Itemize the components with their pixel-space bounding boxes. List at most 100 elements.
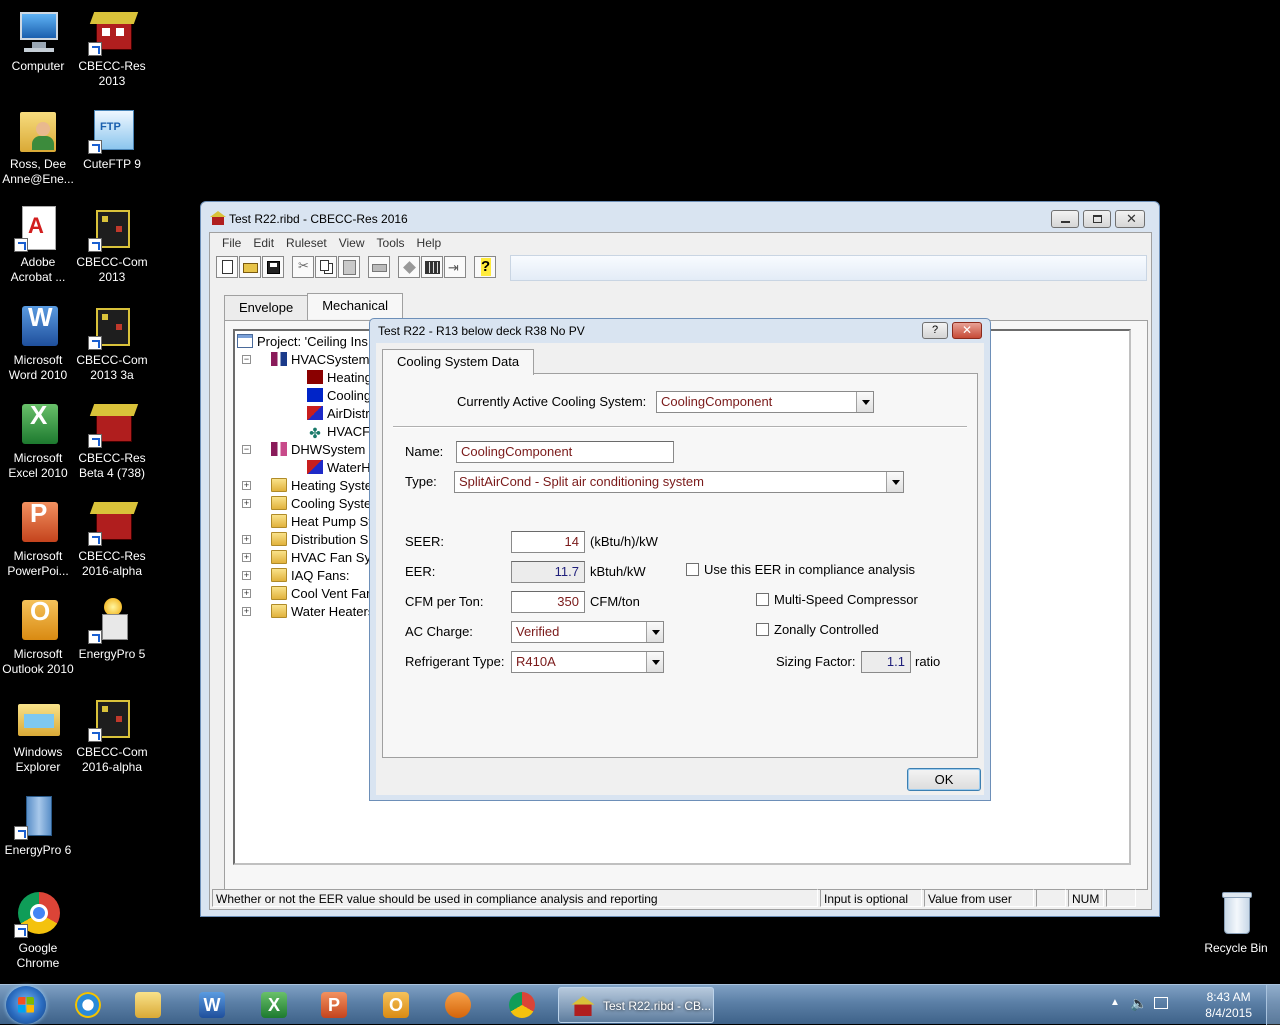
start-button[interactable] [6, 986, 46, 1024]
desktop-icon-word[interactable]: W Microsoft Word 2010 [0, 302, 76, 383]
tree-item-water-heater[interactable]: WaterH [307, 459, 371, 477]
tab-mechanical[interactable]: Mechanical [307, 293, 403, 319]
desktop-icon-windows-explorer[interactable]: Windows Explorer [0, 694, 76, 775]
name-field[interactable]: CoolingComponent [456, 441, 674, 463]
tree-collapse-hvac[interactable]: − [242, 355, 251, 364]
cut-button[interactable]: ✂ [292, 256, 314, 278]
tree-item-air-distribution[interactable]: AirDistri [307, 405, 373, 423]
water-heater-icon [307, 460, 323, 474]
cbecc-icon [88, 400, 139, 448]
tree-expand-cooling-systems[interactable]: + [242, 499, 251, 508]
show-desktop-button[interactable] [1266, 985, 1280, 1025]
help-button[interactable]: ? [474, 256, 496, 278]
multi-speed-checkbox[interactable] [756, 593, 769, 606]
taskbar-internet-explorer[interactable] [62, 987, 116, 1023]
desktop-icon-powerpoint[interactable]: P Microsoft PowerPoi... [0, 498, 76, 579]
desktop-icon-computer[interactable]: Computer [0, 8, 76, 74]
new-file-icon [222, 260, 233, 274]
menu-file[interactable]: File [216, 233, 247, 253]
paste-button[interactable] [338, 256, 360, 278]
tree-item-hvac-fan-systems[interactable]: HVAC Fan Sy [271, 549, 371, 567]
tree-item-project[interactable]: Project: 'Ceiling Ins [237, 333, 368, 351]
print-button[interactable] [368, 256, 390, 278]
tree-item-water-heaters[interactable]: Water Heaters [271, 603, 374, 621]
tab-envelope[interactable]: Envelope [224, 295, 309, 321]
save-button[interactable] [262, 256, 284, 278]
desktop-icon-excel[interactable]: X Microsoft Excel 2010 [0, 400, 76, 481]
desktop-icon-outlook[interactable]: O Microsoft Outlook 2010 [0, 596, 76, 677]
tree-item-heat-pump-systems[interactable]: Heat Pump Sy [271, 513, 375, 531]
taskbar-powerpoint[interactable]: P [308, 987, 362, 1023]
desktop-icon-acrobat[interactable]: A Adobe Acrobat ... [0, 204, 76, 285]
tree-item-heating-systems[interactable]: Heating Syste [271, 477, 372, 495]
desktop-icon-recycle-bin[interactable]: Recycle Bin [1198, 890, 1274, 956]
cfm-per-ton-field[interactable]: 350 [511, 591, 585, 613]
desktop-icon-energypro-6[interactable]: EnergyPro 6 [0, 792, 76, 858]
taskbar-word[interactable]: W [186, 987, 240, 1023]
use-eer-checkbox[interactable] [686, 563, 699, 576]
tree-item-cool-vent-fans[interactable]: Cool Vent Far [271, 585, 371, 603]
desktop-icon-cuteftp[interactable]: FTP CuteFTP 9 [74, 106, 150, 172]
tree-expand-distribution[interactable]: + [242, 535, 251, 544]
tree-item-dhw-system[interactable]: DHWSystem [271, 441, 365, 459]
tree-expand-water-heaters[interactable]: + [242, 607, 251, 616]
desktop-icon-user-folder[interactable]: Ross, Dee Anne@Ene... [0, 106, 76, 187]
dialog-help-button[interactable]: ? [922, 322, 948, 339]
excel-icon: X [14, 400, 62, 448]
new-file-button[interactable] [216, 256, 238, 278]
taskbar-excel[interactable]: X [248, 987, 302, 1023]
desktop-icon-cbecc-com-2013[interactable]: CBECC-Com 2013 [74, 204, 150, 285]
ac-charge-select[interactable]: Verified [511, 621, 664, 643]
seer-label: SEER: [405, 534, 445, 549]
type-select[interactable]: SplitAirCond - Split air conditioning sy… [454, 471, 904, 493]
tree-item-cooling-systems[interactable]: Cooling Syste [271, 495, 371, 513]
desktop-icon-cbecc-res-2013[interactable]: CBECC-Res 2013 [74, 8, 150, 89]
menu-ruleset[interactable]: Ruleset [280, 233, 333, 253]
menu-tools[interactable]: Tools [371, 233, 411, 253]
open-file-button[interactable] [239, 256, 261, 278]
desktop-icon-cbecc-com-2013-3a[interactable]: CBECC-Com 2013 3a [74, 302, 150, 383]
desktop-icon-cbecc-res-beta4[interactable]: CBECC-Res Beta 4 (738) [74, 400, 150, 481]
tree-item-heating[interactable]: Heating [307, 369, 372, 387]
clock[interactable]: 8:43 AM 8/4/2015 [1205, 989, 1252, 1021]
tree-expand-iaq[interactable]: + [242, 571, 251, 580]
tree-item-cooling[interactable]: Cooling [307, 387, 371, 405]
copy-button[interactable] [315, 256, 337, 278]
menu-help[interactable]: Help [411, 233, 448, 253]
desktop-icon-cbecc-res-2016-alpha[interactable]: CBECC-Res 2016-alpha [74, 498, 150, 579]
zonally-controlled-checkbox[interactable] [756, 623, 769, 636]
taskbar-chrome[interactable] [496, 987, 550, 1023]
taskbar-media-player[interactable] [432, 987, 486, 1023]
tree-expand-cool-vent[interactable]: + [242, 589, 251, 598]
seer-field[interactable]: 14 [511, 531, 585, 553]
volume-icon[interactable]: 🔈 [1130, 995, 1147, 1012]
taskbar-outlook[interactable]: O [370, 987, 424, 1023]
close-button[interactable]: ✕ [1115, 210, 1145, 228]
desktop-icon-chrome[interactable]: Google Chrome [0, 890, 76, 971]
ok-button[interactable]: OK [907, 768, 981, 791]
tool-button[interactable] [398, 256, 420, 278]
tree-item-distribution-systems[interactable]: Distribution S [271, 531, 368, 549]
tree-item-hvac-system[interactable]: HVACSystem [271, 351, 370, 369]
menu-edit[interactable]: Edit [247, 233, 280, 253]
export-button[interactable]: ⇥ [444, 256, 466, 278]
dialog-close-button[interactable]: ✕ [952, 322, 982, 339]
tree-expand-hvac-fan[interactable]: + [242, 553, 251, 562]
menu-view[interactable]: View [333, 233, 371, 253]
taskbar-windows-explorer[interactable] [122, 987, 176, 1023]
network-icon[interactable] [1154, 997, 1168, 1009]
refrigerant-type-select[interactable]: R410A [511, 651, 664, 673]
maximize-button[interactable] [1083, 210, 1111, 228]
taskbar-active-window[interactable]: Test R22.ribd - CB... [558, 987, 714, 1023]
minimize-button[interactable] [1051, 210, 1079, 228]
tree-collapse-dhw[interactable]: − [242, 445, 251, 454]
tree-item-hvac-fan[interactable]: ✤ HVACF [307, 423, 370, 441]
desktop-icon-energypro-5[interactable]: EnergyPro 5 [74, 596, 150, 662]
calculator-button[interactable] [421, 256, 443, 278]
tree-item-iaq-fans[interactable]: IAQ Fans: [271, 567, 350, 585]
tab-cooling-system-data[interactable]: Cooling System Data [382, 349, 535, 375]
tree-expand-heating-systems[interactable]: + [242, 481, 251, 490]
tray-overflow-icon[interactable]: ▲ [1110, 997, 1120, 1008]
desktop-icon-cbecc-com-2016-alpha[interactable]: CBECC-Com 2016-alpha [74, 694, 150, 775]
active-system-select[interactable]: CoolingComponent [656, 391, 874, 413]
